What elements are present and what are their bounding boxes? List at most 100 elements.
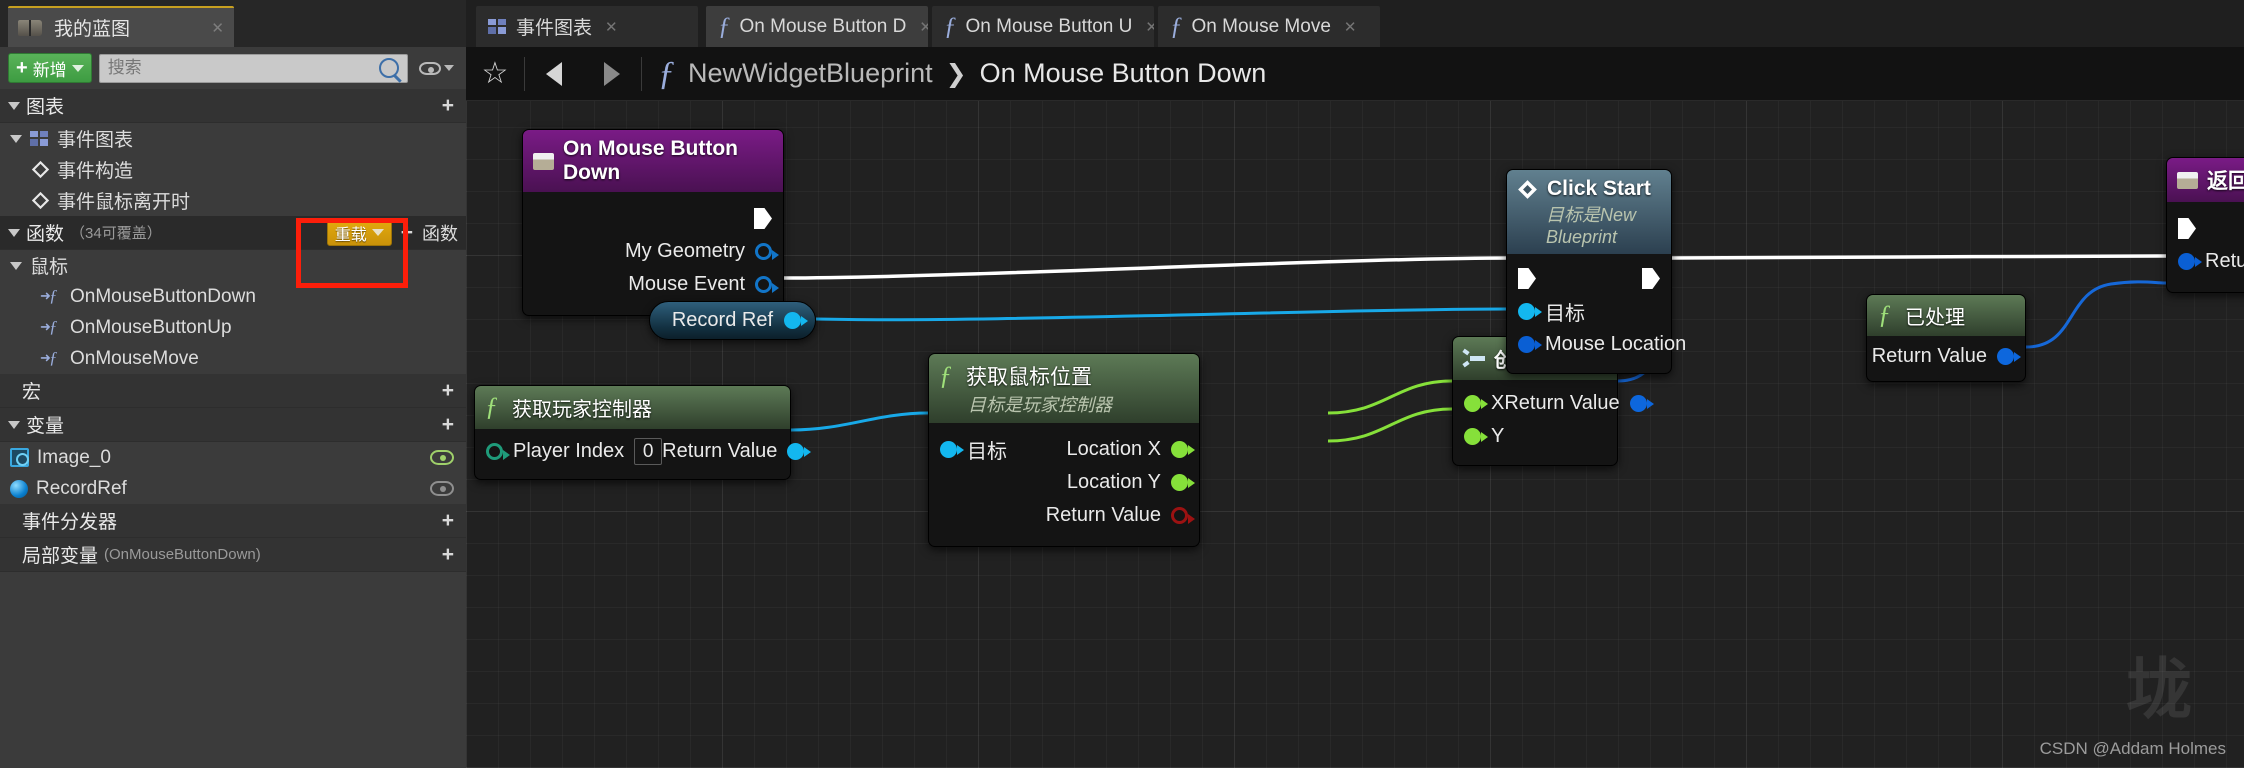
section-event-dispatchers[interactable]: 事件分发器 +: [0, 504, 466, 538]
add-function-button[interactable]: +: [401, 222, 413, 243]
pin-exec-in[interactable]: [1507, 268, 1536, 289]
exec-pin-icon[interactable]: [1642, 268, 1660, 289]
tab-event-graph[interactable]: 事件图表 ✕: [476, 6, 698, 47]
breadcrumb-blueprint[interactable]: NewWidgetBlueprint: [688, 58, 933, 89]
exec-pin-icon[interactable]: [1518, 268, 1536, 289]
function-item-onmousebuttondown[interactable]: ➜ ƒ OnMouseButtonDown: [0, 281, 466, 312]
section-variables[interactable]: 变量 +: [0, 408, 466, 442]
bool-pin-icon[interactable]: [1171, 507, 1195, 524]
close-icon[interactable]: ✕: [1145, 18, 1154, 36]
player-index-input[interactable]: 0: [634, 438, 663, 465]
close-icon[interactable]: ✕: [605, 18, 618, 36]
node-header: ƒ 获取鼠标位置 目标是玩家控制器: [929, 354, 1199, 423]
graph-tabstrip: 事件图表 ✕ ƒ On Mouse Button D ✕ ƒ On Mouse …: [466, 0, 2244, 47]
search-icon[interactable]: [379, 58, 399, 78]
function-icon: ƒ: [1878, 300, 1891, 330]
struct-pin-icon[interactable]: [755, 276, 779, 293]
section-macros[interactable]: 宏 +: [0, 374, 466, 408]
node-header: Click Start 目标是New Blueprint: [1507, 170, 1671, 254]
struct-pin-icon[interactable]: [1518, 336, 1542, 353]
section-functions-label: 函数: [26, 224, 65, 245]
pin-row-return-value: Return Value: [929, 499, 1199, 532]
add-event-dispatcher-button[interactable]: +: [442, 510, 454, 531]
eye-icon[interactable]: [430, 481, 454, 496]
function-group-mouse[interactable]: 鼠标: [0, 250, 466, 281]
add-macro-button[interactable]: +: [442, 380, 454, 401]
function-override-icon: ➜ ƒ: [40, 347, 58, 367]
struct-pin-icon[interactable]: [1629, 395, 1654, 412]
tab-label: On Mouse Move: [1191, 15, 1331, 37]
float-pin-icon[interactable]: [1171, 474, 1195, 491]
wire-exec-event-to-clickstart: [783, 256, 1512, 280]
add-local-variable-button[interactable]: +: [442, 544, 454, 565]
float-pin-icon[interactable]: [1464, 395, 1488, 412]
object-pin-icon[interactable]: [787, 443, 812, 460]
functions-section-actions: 重载 + 函数: [326, 219, 458, 246]
node-click-start[interactable]: Click Start 目标是New Blueprint 目标 Mouse Lo…: [1506, 169, 1686, 374]
exec-pin-icon[interactable]: [754, 208, 772, 229]
section-graphs[interactable]: 图表 +: [0, 89, 466, 123]
tab-on-mouse-move[interactable]: ƒ On Mouse Move ✕: [1158, 6, 1380, 47]
close-icon[interactable]: ✕: [919, 18, 928, 36]
eye-icon[interactable]: [430, 450, 454, 465]
object-pin-icon[interactable]: [1518, 303, 1542, 320]
node-return[interactable]: 返回节点 Return Value: [2166, 157, 2244, 293]
close-icon[interactable]: ✕: [1344, 18, 1357, 36]
override-function-dropdown[interactable]: 重载: [326, 219, 392, 246]
variable-item-image-0[interactable]: Image_0: [0, 442, 466, 473]
section-functions[interactable]: 函数 （34可覆盖） 重载 + 函数: [0, 216, 466, 250]
function-item-onmousebuttonup[interactable]: ➜ ƒ OnMouseButtonUp: [0, 312, 466, 343]
exec-pin-icon[interactable]: [2178, 218, 2196, 239]
int-pin-icon[interactable]: [486, 443, 510, 460]
tab-on-mouse-button-up[interactable]: ƒ On Mouse Button U ✕: [932, 6, 1154, 47]
graph-canvas[interactable]: On Mouse Button Down My Geometry Mouse E…: [466, 101, 2244, 768]
pin-exec-out[interactable]: [754, 208, 783, 229]
search-field[interactable]: [98, 53, 408, 83]
section-macros-label: 宏: [22, 382, 42, 403]
struct-pin-icon[interactable]: [1997, 348, 2021, 365]
add-new-button[interactable]: + 新增: [8, 53, 92, 83]
search-input[interactable]: [107, 58, 379, 78]
tree-item-event-graph-label: 事件图表: [57, 130, 134, 151]
node-on-mouse-button-down[interactable]: On Mouse Button Down My Geometry Mouse E…: [522, 129, 784, 316]
struct-pin-icon[interactable]: [755, 243, 779, 260]
tab-on-mouse-button-down[interactable]: ƒ On Mouse Button D ✕: [706, 6, 928, 47]
tree-item-event-construct-label: 事件构造: [57, 161, 134, 182]
tree-item-event-mouse-leave[interactable]: 事件鼠标离开时: [0, 185, 466, 216]
float-pin-icon[interactable]: [1171, 441, 1195, 458]
variable-item-recordref[interactable]: RecordRef: [0, 473, 466, 504]
float-pin-icon[interactable]: [1464, 428, 1488, 445]
object-pin-icon[interactable]: [940, 441, 964, 458]
tree-item-event-construct[interactable]: 事件构造: [0, 154, 466, 185]
event-node-icon: [533, 152, 554, 170]
favorite-button[interactable]: ☆: [466, 47, 524, 101]
pin-exec-in[interactable]: [2167, 218, 2196, 239]
node-handled[interactable]: ƒ 已处理 Return Value: [1866, 294, 2026, 382]
breadcrumb-path: ƒ NewWidgetBlueprint ❯ On Mouse Button D…: [642, 55, 1266, 93]
node-record-ref[interactable]: Record Ref: [649, 301, 816, 340]
pin-group: Return Value: [2167, 250, 2244, 273]
variable-item-label: RecordRef: [36, 477, 127, 499]
add-graph-button[interactable]: +: [442, 95, 454, 116]
add-variable-button[interactable]: +: [442, 414, 454, 435]
diamond-icon: [31, 191, 50, 210]
pin-exec-out[interactable]: [1642, 268, 1671, 289]
struct-pin-icon[interactable]: [2178, 253, 2202, 270]
node-title: 已处理: [1905, 307, 1965, 329]
pin-label: My Geometry: [624, 240, 745, 262]
wire-handled-to-returnvalue: [2025, 280, 2167, 349]
back-button[interactable]: [525, 47, 583, 101]
pin-label: Return Value: [1871, 345, 1987, 367]
node-get-mouse-position[interactable]: ƒ 获取鼠标位置 目标是玩家控制器 目标 Location X Location…: [928, 353, 1200, 547]
chevron-down-icon: [10, 134, 22, 143]
tree-item-event-graph[interactable]: 事件图表: [0, 123, 466, 154]
forward-button[interactable]: [583, 47, 641, 101]
visibility-options-button[interactable]: [415, 61, 458, 75]
object-pin-icon[interactable]: [784, 312, 808, 329]
function-item-onmousemove[interactable]: ➜ ƒ OnMouseMove: [0, 343, 466, 374]
tab-my-blueprint[interactable]: 我的蓝图 ✕: [8, 6, 234, 47]
node-get-player-controller[interactable]: ƒ 获取玩家控制器 Player Index 0 Return Value: [474, 385, 812, 480]
section-local-variables[interactable]: 局部变量 (OnMouseButtonDown) +: [0, 538, 466, 572]
pin-label: X: [1491, 392, 1505, 414]
close-icon[interactable]: ✕: [211, 19, 224, 37]
